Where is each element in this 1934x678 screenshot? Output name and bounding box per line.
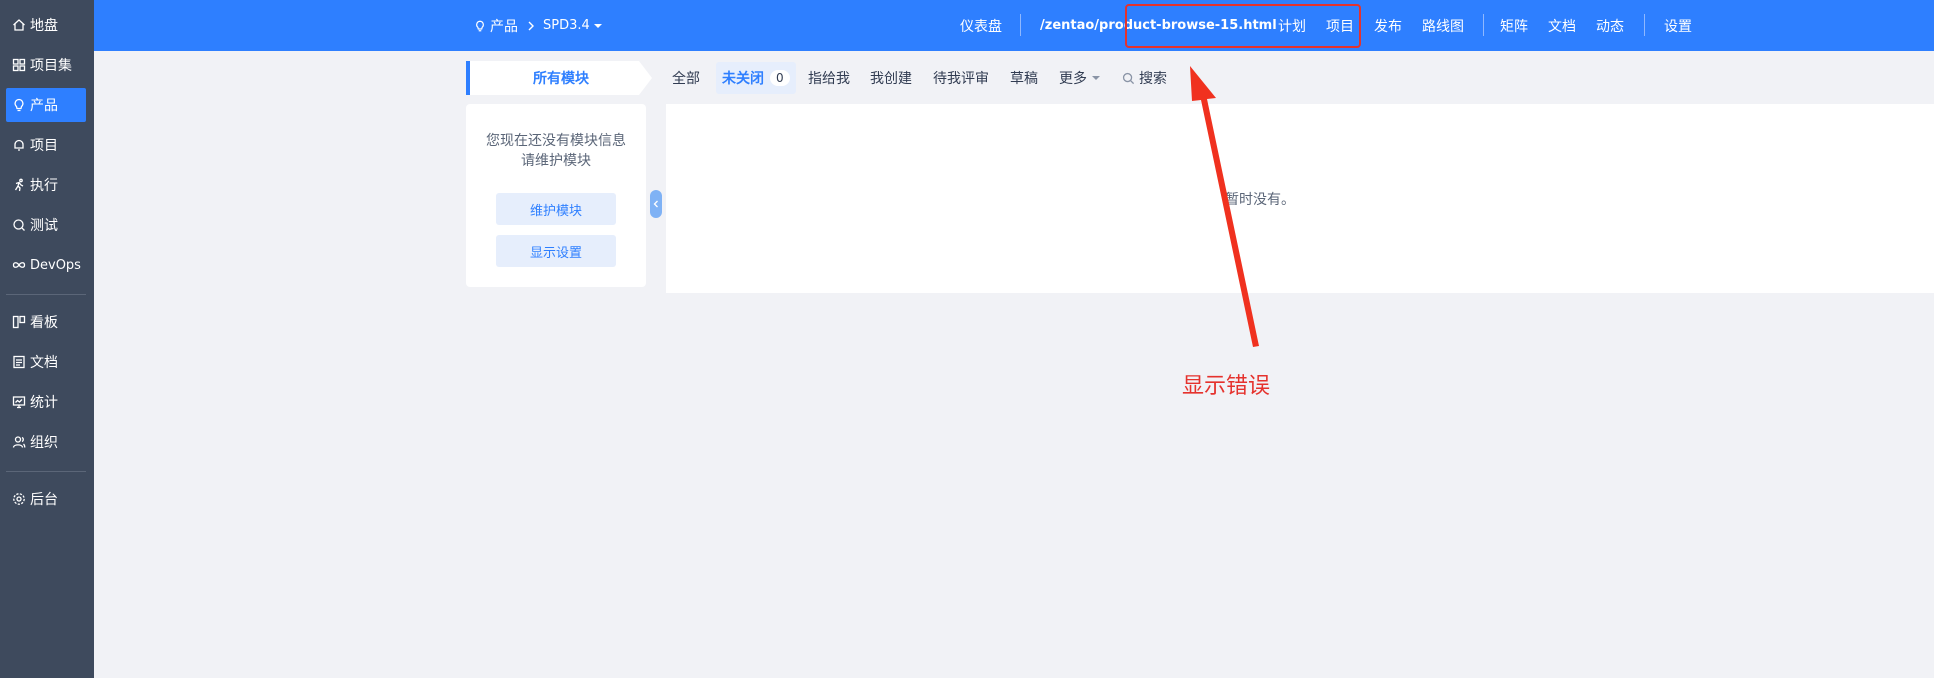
filter-unclosed[interactable]: 未关闭 0 bbox=[716, 62, 796, 94]
monitor-icon bbox=[12, 395, 26, 409]
grid-icon bbox=[12, 58, 26, 72]
top-navbar: 产品 SPD3.4 仪表盘 /zentao/product-browse-15.… bbox=[94, 0, 1934, 51]
sidebar-divider bbox=[6, 294, 86, 295]
sidebar-item-label: 文档 bbox=[30, 355, 58, 371]
search-button[interactable]: 搜索 bbox=[1116, 62, 1173, 94]
breadcrumb-product-dropdown[interactable]: SPD3.4 bbox=[543, 0, 602, 51]
breadcrumb-root[interactable]: 产品 bbox=[474, 0, 518, 51]
caret-down-icon bbox=[1092, 76, 1100, 80]
maintain-module-button[interactable]: 维护模块 bbox=[496, 193, 616, 225]
count-badge: 0 bbox=[770, 70, 790, 86]
filter-assigned-to-me[interactable]: 指给我 bbox=[802, 62, 856, 94]
sidebar-item-label: 看板 bbox=[30, 315, 58, 331]
module-tree-panel: 您现在还没有模块信息 请维护模块 维护模块 显示设置 bbox=[466, 104, 646, 287]
gear-icon bbox=[12, 492, 26, 506]
sidebar-collapse-handle[interactable] bbox=[650, 190, 662, 218]
sidebar-item-product[interactable]: 产品 bbox=[6, 88, 86, 122]
users-icon bbox=[12, 435, 26, 449]
filter-to-review[interactable]: 待我评审 bbox=[927, 62, 995, 94]
breadcrumb-separator bbox=[527, 0, 535, 51]
chevron-left-icon bbox=[653, 200, 658, 208]
all-modules-tab[interactable]: 所有模块 bbox=[466, 61, 652, 95]
nav-doc[interactable]: 文档 bbox=[1548, 0, 1576, 51]
search-label: 搜索 bbox=[1139, 71, 1167, 87]
nav-settings[interactable]: 设置 bbox=[1664, 0, 1692, 51]
empty-module-message: 您现在还没有模块信息 请维护模块 bbox=[486, 133, 626, 169]
home-icon bbox=[12, 18, 26, 32]
sidebar-item-label: 统计 bbox=[30, 395, 58, 411]
sidebar-item-execution[interactable]: 执行 bbox=[6, 168, 86, 202]
story-list-panel: 暂时没有。 bbox=[666, 104, 1934, 293]
display-settings-button[interactable]: 显示设置 bbox=[496, 235, 616, 267]
lightbulb-icon bbox=[12, 98, 26, 112]
sidebar-item-label: DevOps bbox=[30, 257, 81, 273]
sidebar-item-kanban[interactable]: 看板 bbox=[6, 305, 86, 339]
filter-all[interactable]: 全部 bbox=[666, 62, 706, 94]
nav-separator bbox=[1483, 14, 1484, 36]
filter-more-dropdown[interactable]: 更多 bbox=[1053, 62, 1106, 94]
nav-matrix[interactable]: 矩阵 bbox=[1500, 0, 1528, 51]
nav-dynamic[interactable]: 动态 bbox=[1596, 0, 1624, 51]
run-icon bbox=[12, 178, 26, 192]
bell-icon bbox=[12, 138, 26, 152]
infinity-icon bbox=[12, 258, 26, 272]
search-icon bbox=[1122, 72, 1135, 84]
sidebar-item-dashboard[interactable]: 地盘 bbox=[6, 8, 86, 42]
annotation-label: 显示错误 bbox=[1182, 374, 1271, 399]
sidebar-item-label: 测试 bbox=[30, 218, 58, 234]
sidebar-item-label: 项目 bbox=[30, 138, 58, 154]
sidebar-item-project[interactable]: 项目 bbox=[6, 128, 86, 162]
chevron-right-icon bbox=[528, 21, 534, 30]
sidebar-item-label: 组织 bbox=[30, 435, 58, 451]
nav-roadmap[interactable]: 路线图 bbox=[1422, 0, 1464, 51]
sidebar-item-label: 产品 bbox=[30, 98, 58, 114]
sidebar-item-test[interactable]: 测试 bbox=[6, 208, 86, 242]
lightbulb-icon bbox=[476, 20, 484, 31]
sidebar-item-admin[interactable]: 后台 bbox=[6, 482, 86, 516]
nav-separator bbox=[1644, 14, 1645, 36]
error-highlight-box bbox=[1125, 4, 1361, 48]
filter-draft[interactable]: 草稿 bbox=[1004, 62, 1044, 94]
sidebar-item-label: 执行 bbox=[30, 178, 58, 194]
sidebar-divider bbox=[6, 471, 86, 472]
bug-icon bbox=[12, 218, 26, 232]
filter-unclosed-label: 未关闭 bbox=[722, 71, 764, 87]
empty-state-text: 暂时没有。 bbox=[1225, 191, 1295, 208]
sidebar: 地盘 项目集 产品 项目 执行 测试 DevOps 看板 文档 统计 组织 后台 bbox=[0, 0, 94, 678]
sidebar-item-doc[interactable]: 文档 bbox=[6, 345, 86, 379]
sidebar-item-organization[interactable]: 组织 bbox=[6, 425, 86, 459]
nav-dashboard[interactable]: 仪表盘 bbox=[960, 0, 1002, 51]
caret-down-icon bbox=[593, 23, 602, 28]
kanban-icon bbox=[12, 315, 26, 329]
filter-created-by-me[interactable]: 我创建 bbox=[864, 62, 918, 94]
doc-icon bbox=[12, 355, 26, 369]
sidebar-item-devops[interactable]: DevOps bbox=[6, 248, 86, 282]
nav-release[interactable]: 发布 bbox=[1374, 0, 1402, 51]
filter-more-label: 更多 bbox=[1059, 71, 1087, 87]
nav-separator bbox=[1020, 14, 1021, 36]
annotation-arrow bbox=[1190, 66, 1259, 347]
sidebar-item-label: 后台 bbox=[30, 492, 58, 508]
sidebar-item-label: 地盘 bbox=[30, 18, 58, 34]
sidebar-item-statistics[interactable]: 统计 bbox=[6, 385, 86, 419]
sidebar-item-label: 项目集 bbox=[30, 58, 72, 74]
sidebar-item-program[interactable]: 项目集 bbox=[6, 48, 86, 82]
